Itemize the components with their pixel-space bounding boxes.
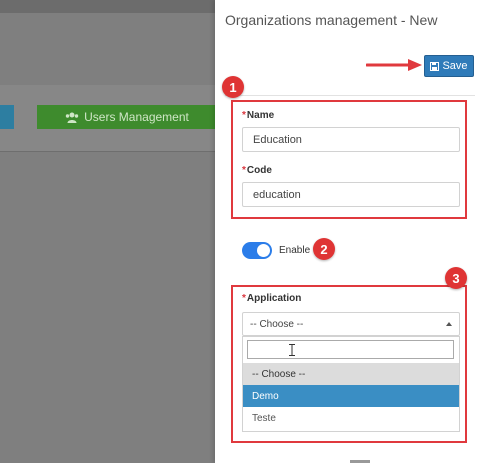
- background-header: [0, 0, 215, 13]
- users-management-label: Users Management: [84, 110, 189, 124]
- annotation-badge-3: 3: [445, 267, 467, 289]
- annotation-box-1: [231, 100, 467, 219]
- toggle-knob: [257, 244, 270, 257]
- users-management-button[interactable]: Users Management: [37, 105, 217, 129]
- annotation-badge-2: 2: [313, 238, 335, 260]
- users-icon: [65, 112, 79, 123]
- panel-title: Organizations management - New: [225, 12, 438, 28]
- header-divider: [225, 95, 475, 96]
- annotation-arrow-icon: [366, 59, 422, 71]
- annotation-box-3: [231, 285, 467, 443]
- background-divider: [0, 151, 215, 152]
- enable-toggle[interactable]: [242, 242, 272, 259]
- floppy-disk-icon: [430, 61, 440, 71]
- save-button[interactable]: Save: [424, 55, 474, 77]
- background-tab[interactable]: [0, 105, 14, 129]
- annotation-badge-1: 1: [222, 76, 244, 98]
- save-label: Save: [442, 60, 468, 72]
- enable-label: Enable: [279, 245, 311, 256]
